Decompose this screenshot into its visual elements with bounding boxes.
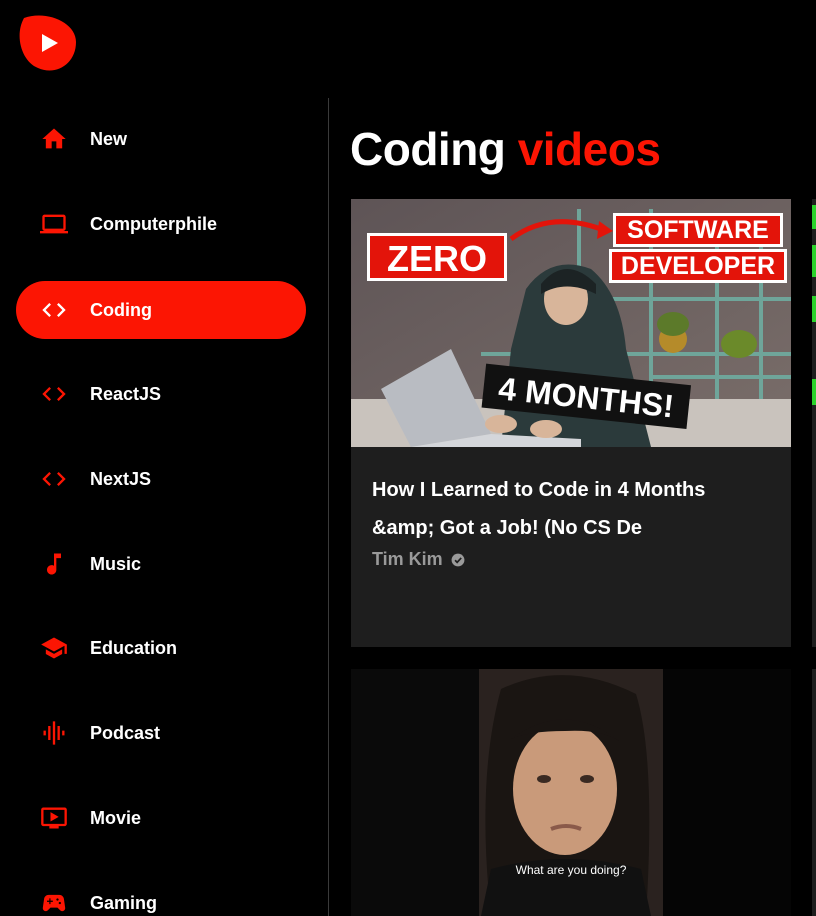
ondemand-video-icon: [38, 802, 70, 834]
video-title-line-2[interactable]: &amp; Got a Job! (No CS De: [372, 509, 770, 547]
sidebar-item-label: Computerphile: [90, 213, 218, 234]
graphic-eq-icon: [38, 717, 70, 749]
sidebar-item-label: Movie: [90, 807, 142, 828]
sidebar-item-education[interactable]: Education: [16, 619, 306, 677]
sidebar: New Computerphile Coding ReactJS NextJS …: [0, 98, 328, 916]
verified-check-icon: [451, 553, 465, 566]
video-card[interactable]: What are you doing?: [351, 669, 791, 916]
sidebar-item-label: Gaming: [90, 892, 158, 913]
sidebar-item-label: Coding: [90, 299, 152, 320]
sidebar-item-reactjs[interactable]: ReactJS: [16, 365, 306, 423]
sidebar-item-label: Education: [90, 637, 178, 658]
code-icon: [38, 294, 70, 326]
next-card-peek-accent: [812, 205, 816, 229]
thumb-text-software: SOFTWARE: [627, 216, 769, 244]
sidebar-item-music[interactable]: Music: [16, 535, 306, 593]
page-title-accent: videos: [517, 123, 661, 175]
sidebar-item-nextjs[interactable]: NextJS: [16, 450, 306, 508]
thumbnail-image: ZERO SOFTWARE DEVELOPER 4 MONTHS!: [351, 199, 791, 447]
code-icon: [38, 378, 70, 410]
video-caption: What are you doing?: [516, 863, 627, 877]
sidebar-item-label: ReactJS: [90, 383, 162, 404]
next-card-peek-accent: [812, 379, 816, 405]
channel-name[interactable]: Tim Kim: [372, 549, 770, 570]
video-thumbnail[interactable]: ZERO SOFTWARE DEVELOPER 4 MONTHS!: [351, 199, 791, 447]
sidebar-item-gaming[interactable]: Gaming: [16, 874, 306, 916]
home-icon: [38, 123, 70, 155]
channel-name-label[interactable]: Tim Kim: [372, 549, 443, 570]
sidebar-divider: [328, 98, 329, 916]
thumb-text-developer: DEVELOPER: [621, 252, 775, 280]
video-title[interactable]: How I Learned to Code in 4 Months &amp; …: [372, 471, 770, 547]
sidebar-item-computerphile[interactable]: Computerphile: [16, 195, 306, 253]
page-title-prefix: Coding: [350, 123, 506, 175]
sidebar-item-coding[interactable]: Coding: [16, 281, 306, 339]
logo-icon[interactable]: [16, 12, 78, 74]
code-icon: [38, 463, 70, 495]
video-card[interactable]: ZERO SOFTWARE DEVELOPER 4 MONTHS! How I …: [351, 199, 791, 647]
gamepad-icon: [38, 887, 70, 916]
next-card-peek-accent: [812, 296, 816, 322]
sidebar-item-movie[interactable]: Movie: [16, 789, 306, 847]
video-title-line-1[interactable]: How I Learned to Code in 4 Months: [372, 471, 770, 509]
page-title: Coding videos: [350, 122, 661, 176]
video-thumbnail[interactable]: What are you doing?: [351, 669, 791, 916]
sidebar-item-label: New: [90, 128, 128, 149]
thumb-text-zero: ZERO: [387, 238, 487, 279]
sidebar-item-label: NextJS: [90, 468, 152, 489]
thumbnail-image: What are you doing?: [351, 669, 791, 916]
sidebar-item-label: Podcast: [90, 722, 161, 743]
school-icon: [38, 632, 70, 664]
laptop-icon: [38, 208, 70, 240]
sidebar-item-podcast[interactable]: Podcast: [16, 704, 306, 762]
music-note-icon: [38, 548, 70, 580]
next-card-peek-accent: [812, 245, 816, 277]
video-info: How I Learned to Code in 4 Months &amp; …: [351, 447, 791, 647]
next-card-peek: [812, 669, 816, 916]
sidebar-item-label: Music: [90, 553, 142, 574]
sidebar-item-new[interactable]: New: [16, 110, 306, 168]
